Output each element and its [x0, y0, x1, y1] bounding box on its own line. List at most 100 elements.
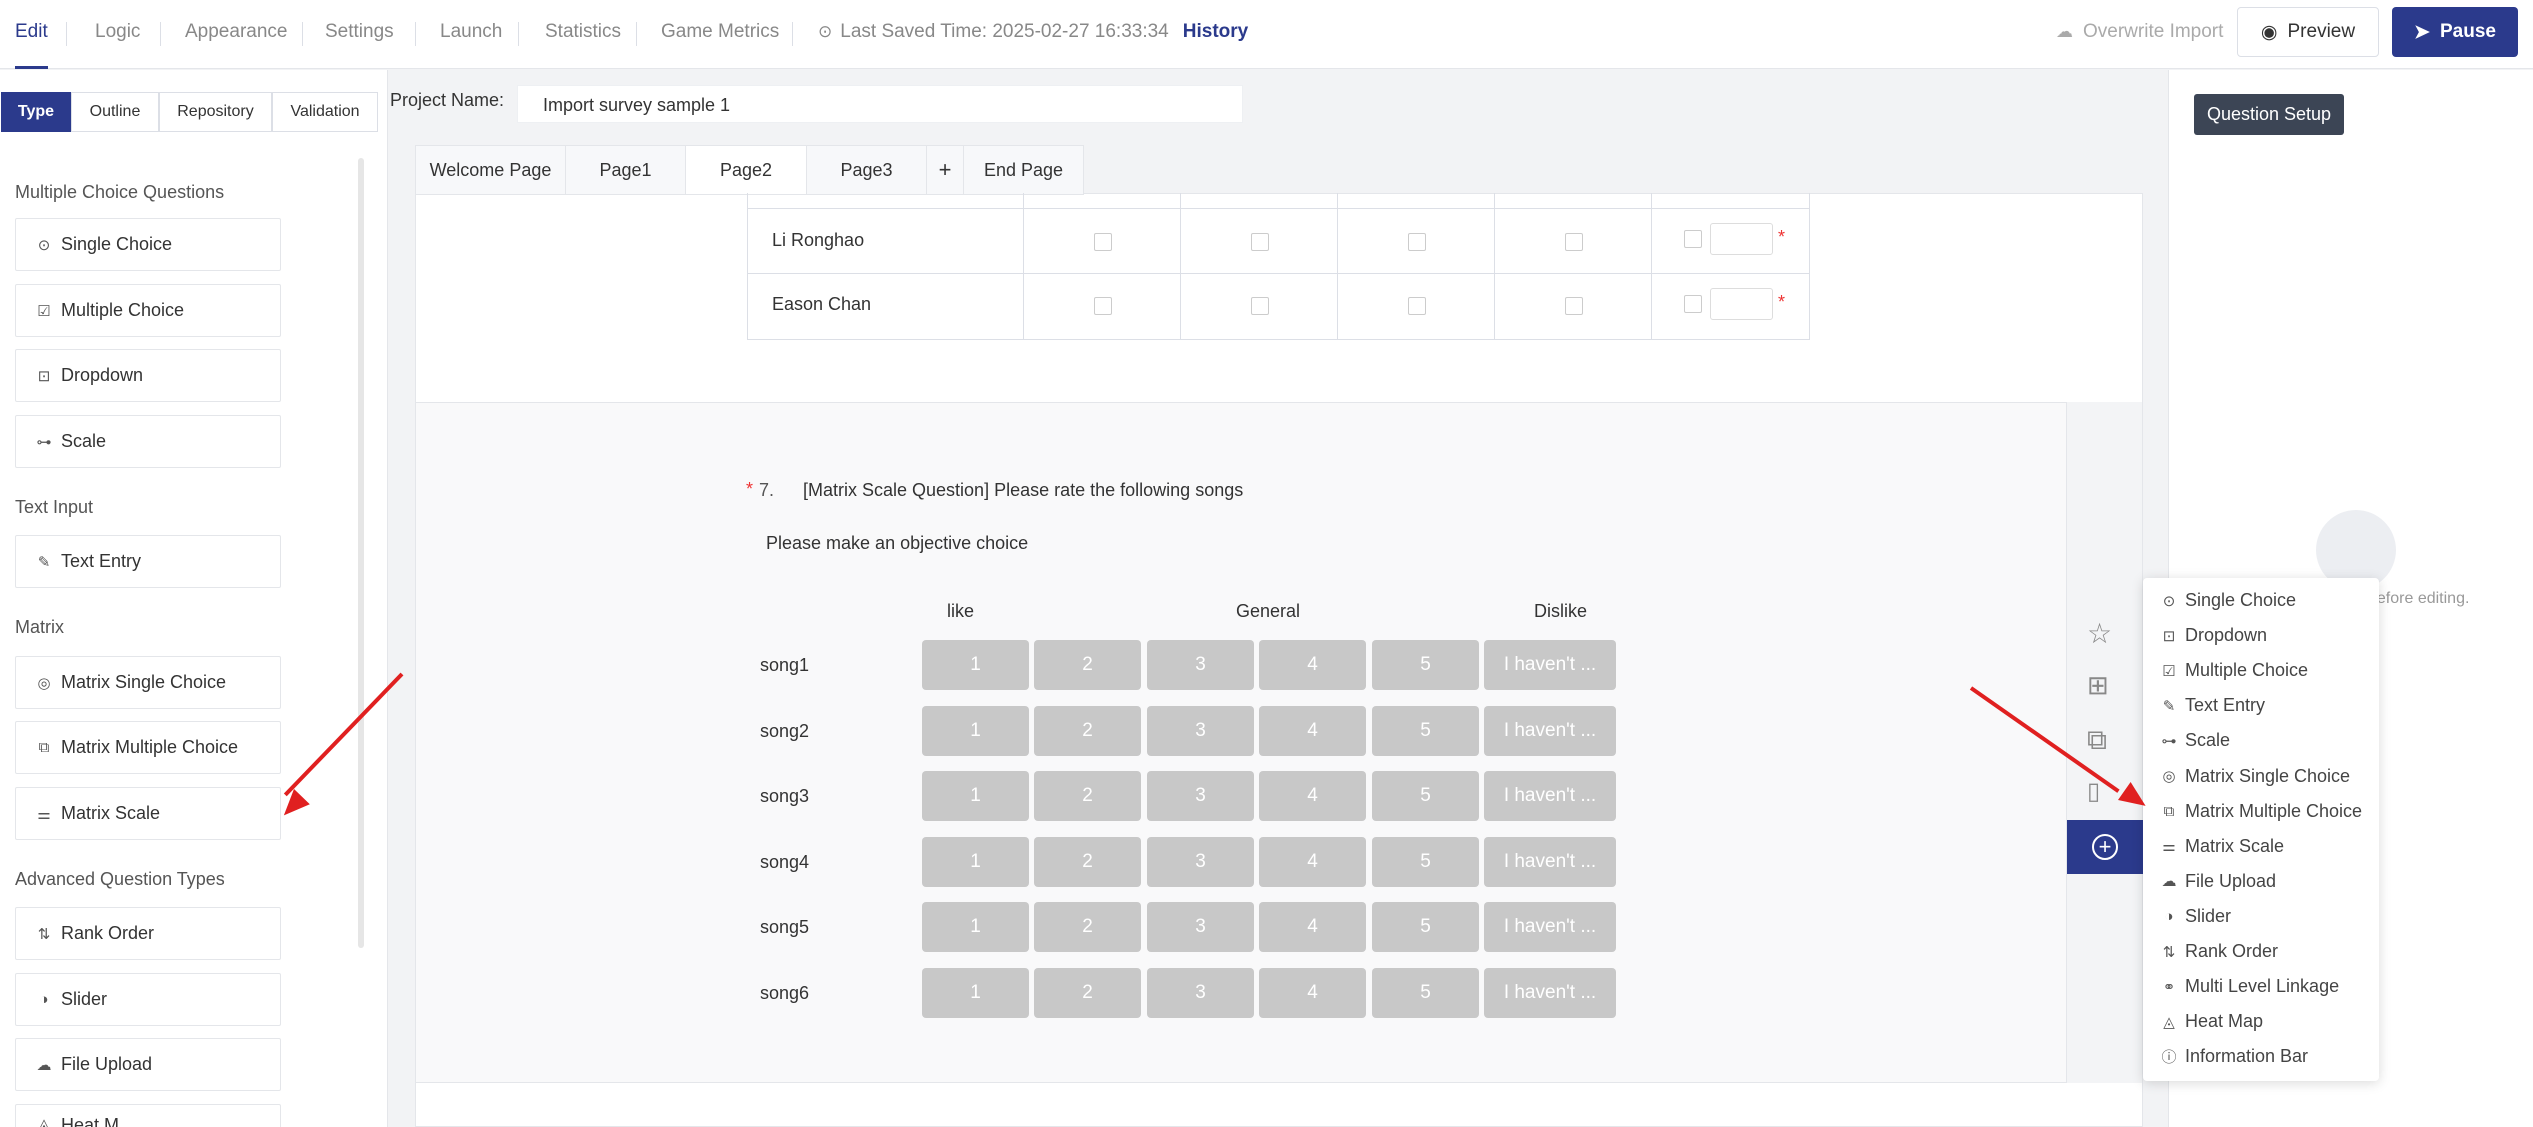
tab-launch[interactable]: Launch — [440, 0, 502, 69]
rank-order-button[interactable]: ⇅ Rank Order — [15, 907, 281, 960]
copy-icon[interactable]: ⧉ — [2087, 724, 2107, 757]
scale-option-button[interactable]: 3 — [1147, 771, 1254, 821]
scale-option-button[interactable]: I haven't ... — [1484, 902, 1616, 952]
add-question-button[interactable]: + — [2067, 820, 2143, 874]
menu-item-matrix-single-choice[interactable]: ◎ Matrix Single Choice — [2161, 766, 2350, 787]
scale-option-button[interactable]: 4 — [1259, 967, 1366, 1018]
scale-option-button[interactable]: I haven't ... — [1484, 771, 1616, 821]
menu-item-matrix-multiple-choice[interactable]: ⧉ Matrix Multiple Choice — [2161, 801, 2362, 822]
hierarchy-icon[interactable]: ⊞ — [2087, 670, 2109, 701]
grid-checkbox[interactable] — [1094, 233, 1112, 251]
matrix-scale-button[interactable]: ⚌ Matrix Scale — [15, 787, 281, 840]
grid-checkbox[interactable] — [1094, 297, 1112, 315]
tab-page2[interactable]: Page2 — [686, 146, 807, 194]
tab-type[interactable]: Type — [1, 92, 71, 132]
scale-option-button[interactable]: 2 — [1034, 705, 1141, 756]
menu-item-dropdown[interactable]: ⊡ Dropdown — [2161, 625, 2267, 646]
scale-option-button[interactable]: 4 — [1259, 640, 1366, 690]
tab-game-metrics[interactable]: Game Metrics — [661, 0, 779, 69]
grid-checkbox[interactable] — [1684, 230, 1702, 248]
tab-page1[interactable]: Page1 — [566, 146, 686, 194]
add-page-button[interactable]: + — [927, 146, 964, 194]
heat-map-button[interactable]: ◬ Heat M — [15, 1104, 281, 1127]
matrix-multiple-choice-button[interactable]: ⧉ Matrix Multiple Choice — [15, 721, 281, 774]
grid-checkbox[interactable] — [1408, 233, 1426, 251]
scale-option-button[interactable]: 3 — [1147, 902, 1254, 952]
scale-option-button[interactable]: 4 — [1259, 902, 1366, 952]
scale-option-button[interactable]: 3 — [1147, 967, 1254, 1018]
scale-option-button[interactable]: 1 — [922, 836, 1029, 887]
scale-option-button[interactable]: 4 — [1259, 705, 1366, 756]
menu-item-rank-order[interactable]: ⇅ Rank Order — [2161, 941, 2278, 962]
scale-option-button[interactable]: I haven't ... — [1484, 967, 1616, 1018]
other-text-input[interactable] — [1710, 288, 1773, 320]
tab-edit[interactable]: Edit — [15, 0, 48, 69]
scale-option-button[interactable]: 2 — [1034, 902, 1141, 952]
menu-item-single-choice[interactable]: ⊙ Single Choice — [2161, 590, 2296, 611]
scale-button[interactable]: ⊶ Scale — [15, 415, 281, 468]
question-description[interactable]: Please make an objective choice — [766, 533, 1028, 554]
scale-option-button[interactable]: 2 — [1034, 771, 1141, 821]
question-setup-tab[interactable]: Question Setup — [2194, 94, 2344, 135]
left-scrollbar[interactable] — [358, 158, 364, 948]
tab-appearance[interactable]: Appearance — [185, 0, 287, 69]
scale-option-button[interactable]: I haven't ... — [1484, 640, 1616, 690]
scale-option-button[interactable]: 2 — [1034, 836, 1141, 887]
tab-welcome-page[interactable]: Welcome Page — [416, 146, 566, 194]
scale-option-button[interactable]: I haven't ... — [1484, 705, 1616, 756]
grid-checkbox[interactable] — [1251, 297, 1269, 315]
delete-icon[interactable]: ▯ — [2087, 777, 2100, 806]
scale-option-button[interactable]: 5 — [1372, 967, 1479, 1018]
tab-logic[interactable]: Logic — [95, 0, 140, 69]
question-title[interactable]: [Matrix Scale Question] Please rate the … — [803, 480, 1243, 501]
project-name-input[interactable]: Import survey sample 1 — [517, 85, 1243, 123]
tab-end-page[interactable]: End Page — [964, 146, 1083, 194]
grid-checkbox[interactable] — [1565, 233, 1583, 251]
file-upload-button[interactable]: ☁ File Upload — [15, 1038, 281, 1091]
tab-validation[interactable]: Validation — [272, 92, 378, 132]
menu-item-text-entry[interactable]: ✎ Text Entry — [2161, 695, 2265, 716]
scale-option-button[interactable]: 4 — [1259, 771, 1366, 821]
scale-option-button[interactable]: 5 — [1372, 705, 1479, 756]
scale-option-button[interactable]: 2 — [1034, 967, 1141, 1018]
grid-checkbox[interactable] — [1565, 297, 1583, 315]
menu-item-multi-level-linkage[interactable]: ⚭ Multi Level Linkage — [2161, 976, 2339, 997]
menu-item-scale[interactable]: ⊶ Scale — [2161, 730, 2231, 751]
scale-option-button[interactable]: 5 — [1372, 771, 1479, 821]
scale-option-button[interactable]: 3 — [1147, 836, 1254, 887]
scale-option-button[interactable]: 3 — [1147, 705, 1254, 756]
grid-checkbox[interactable] — [1684, 295, 1702, 313]
menu-item-file-upload[interactable]: ☁ File Upload — [2161, 871, 2277, 892]
scale-option-button[interactable]: 5 — [1372, 836, 1479, 887]
history-link[interactable]: History — [1183, 0, 1248, 64]
scale-option-button[interactable]: 1 — [922, 705, 1029, 756]
preview-button[interactable]: ◉ Preview — [2237, 7, 2379, 57]
grid-checkbox[interactable] — [1408, 297, 1426, 315]
other-text-input[interactable] — [1710, 223, 1773, 255]
scale-option-button[interactable]: 1 — [922, 902, 1029, 952]
slider-button[interactable]: ◑ Slider — [15, 973, 281, 1026]
scale-option-button[interactable]: 2 — [1034, 640, 1141, 690]
tab-statistics[interactable]: Statistics — [545, 0, 621, 69]
pause-button[interactable]: ➤ Pause — [2392, 7, 2518, 57]
scale-option-button[interactable]: 1 — [922, 771, 1029, 821]
tab-repository[interactable]: Repository — [159, 92, 272, 132]
scale-option-button[interactable]: 1 — [922, 967, 1029, 1018]
overwrite-import-button[interactable]: ☁ Overwrite Import — [2056, 0, 2223, 64]
scale-option-button[interactable]: 1 — [922, 640, 1029, 690]
menu-item-slider[interactable]: ◑ Slider — [2161, 906, 2231, 927]
dropdown-button[interactable]: ⊡ Dropdown — [15, 349, 281, 402]
scale-option-button[interactable]: 5 — [1372, 640, 1479, 690]
menu-item-information-bar[interactable]: ⓘ Information Bar — [2161, 1046, 2308, 1067]
matrix-single-choice-button[interactable]: ◎ Matrix Single Choice — [15, 656, 281, 709]
single-choice-button[interactable]: ⊙ Single Choice — [15, 218, 281, 271]
star-icon[interactable]: ☆ — [2087, 617, 2112, 650]
scale-option-button[interactable]: 5 — [1372, 902, 1479, 952]
tab-page3[interactable]: Page3 — [807, 146, 927, 194]
tab-outline[interactable]: Outline — [71, 92, 159, 132]
menu-item-multiple-choice[interactable]: ☑ Multiple Choice — [2161, 660, 2308, 681]
tab-settings[interactable]: Settings — [325, 0, 394, 69]
scale-option-button[interactable]: 4 — [1259, 836, 1366, 887]
multiple-choice-button[interactable]: ☑ Multiple Choice — [15, 284, 281, 337]
scale-option-button[interactable]: 3 — [1147, 640, 1254, 690]
